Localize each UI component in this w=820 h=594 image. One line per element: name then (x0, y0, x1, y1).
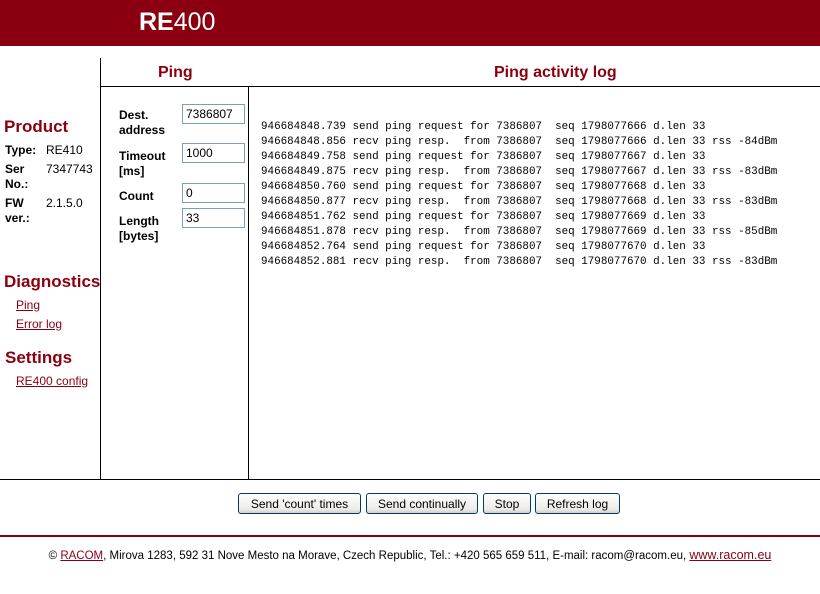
header-bar: RE400 (0, 0, 820, 46)
length-input[interactable] (182, 208, 245, 228)
product-heading: Product (4, 117, 69, 136)
timeout-label-line2: [ms] (119, 164, 145, 178)
log-line: 946684849.875 recv ping resp. from 73868… (261, 166, 778, 178)
divider-panel-header (100, 86, 820, 87)
send-count-times-button[interactable]: Send 'count' times (238, 493, 361, 514)
logo: RE400 (139, 8, 215, 37)
racom-link[interactable]: RACOM (60, 550, 103, 562)
serial-label-2: No.: (5, 177, 29, 191)
log-line: 946684849.758 send ping request for 7386… (261, 151, 706, 163)
ping-panel-title: Ping (158, 64, 193, 81)
logo-rest: 400 (173, 8, 216, 36)
footer: © RACOM, Mirova 1283, 592 31 Nove Mesto … (0, 548, 820, 562)
settings-heading: Settings (5, 348, 73, 367)
ping-activity-log: 946684848.739 send ping request for 7386… (261, 120, 777, 270)
dest-address-label-line1: Dest. (119, 108, 149, 122)
timeout-label-line1: Timeout (119, 149, 166, 163)
log-panel-title: Ping activity log (494, 64, 617, 81)
log-line: 946684852.881 recv ping resp. from 73868… (261, 256, 778, 268)
log-line: 946684851.762 send ping request for 7386… (261, 211, 706, 223)
stop-button[interactable]: Stop (483, 493, 531, 514)
log-line: 946684848.739 send ping request for 7386… (261, 121, 706, 133)
website-link[interactable]: www.racom.eu (689, 548, 771, 562)
dest-address-input[interactable] (182, 104, 245, 124)
fw-label-2: ver.: (5, 211, 30, 225)
log-line: 946684848.856 recv ping resp. from 73868… (261, 136, 778, 148)
log-line: 946684851.878 recv ping resp. from 73868… (261, 226, 778, 238)
fw-value: 2.1.5.0 (46, 196, 83, 210)
count-input[interactable] (182, 183, 245, 203)
length-label-line1: Length (119, 214, 159, 228)
divider-panels (248, 86, 249, 479)
footer-address: , Mirova 1283, 592 31 Nove Mesto na Mora… (103, 550, 690, 562)
divider-bottom (0, 479, 820, 480)
type-value: RE410 (46, 143, 83, 157)
footer-divider (0, 535, 820, 537)
length-label: Length [bytes] (119, 214, 159, 244)
divider-sidebar (100, 58, 101, 479)
serial-value: 7347743 (46, 162, 93, 176)
log-line: 946684850.760 send ping request for 7386… (261, 181, 706, 193)
dest-address-label-line2: address (119, 123, 166, 137)
refresh-log-button[interactable]: Refresh log (535, 493, 620, 514)
timeout-label: Timeout [ms] (119, 149, 165, 179)
sidebar-link-error-log[interactable]: Error log (16, 317, 62, 331)
sidebar-link-ping[interactable]: Ping (16, 298, 40, 312)
dest-address-label: Dest. address (119, 108, 165, 138)
count-label: Count (119, 189, 154, 204)
timeout-input[interactable] (182, 143, 245, 163)
type-label: Type: (5, 143, 37, 157)
log-line: 946684852.764 send ping request for 7386… (261, 241, 706, 253)
diagnostics-heading: Diagnostics (4, 272, 101, 291)
send-continually-button[interactable]: Send continually (366, 493, 478, 514)
sidebar-link-re400-config[interactable]: RE400 config (16, 374, 88, 388)
log-line: 946684850.877 recv ping resp. from 73868… (261, 196, 778, 208)
logo-bold: RE (139, 8, 174, 36)
serial-label-1: Ser (5, 162, 25, 176)
fw-label-1: FW (5, 196, 24, 210)
copyright-symbol: © (48, 550, 58, 562)
length-label-line2: [bytes] (119, 229, 159, 243)
count-label-line1: Count (119, 189, 154, 203)
